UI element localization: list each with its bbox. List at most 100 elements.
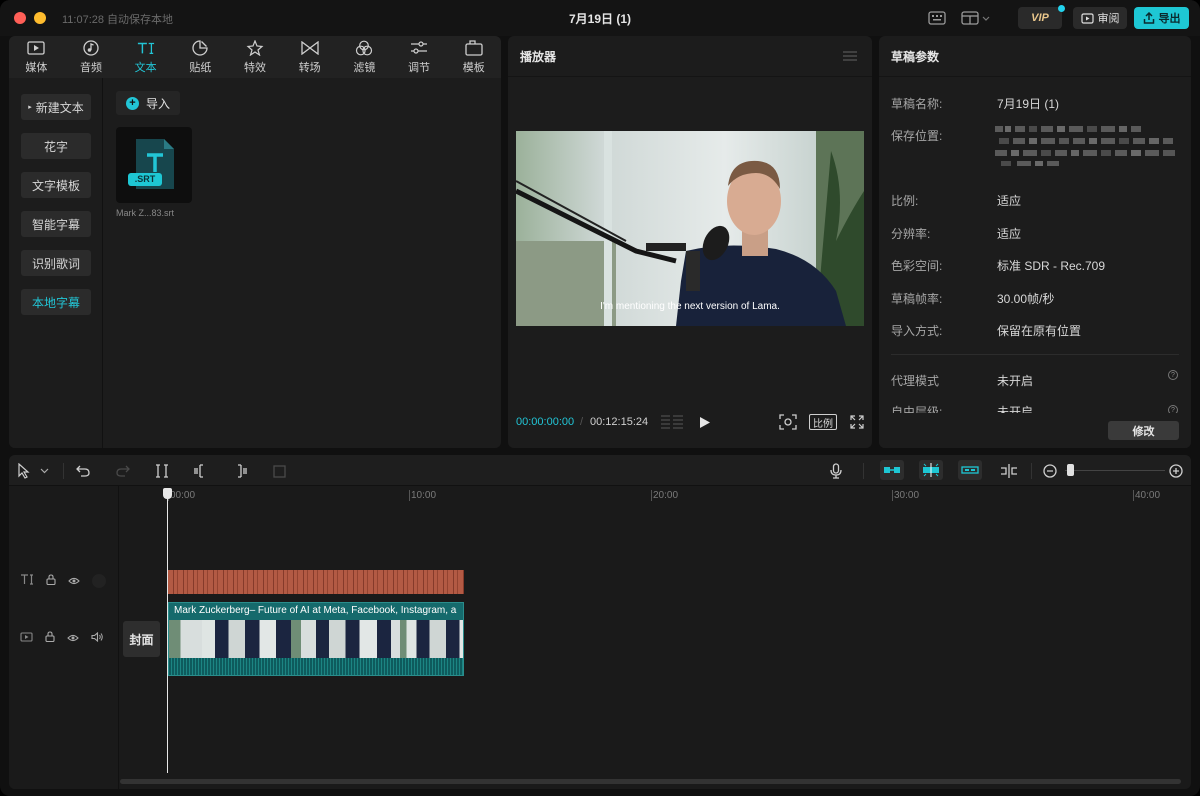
title-bar: 11:07:28 自动保存本地 7月19日 (1) VIP 审阅 导出	[0, 0, 1200, 36]
split-icon[interactable]	[152, 461, 172, 481]
delete-icon[interactable]	[269, 461, 289, 481]
text-icon	[137, 40, 155, 56]
proxy-mode-value: 未开启	[997, 374, 1034, 388]
preview-axis-icon[interactable]	[999, 461, 1019, 481]
playhead-handle[interactable]	[163, 488, 172, 499]
save-location-label: 保存位置:	[891, 129, 943, 143]
undo-icon[interactable]	[73, 461, 93, 481]
zoom-slider-track[interactable]	[1065, 470, 1165, 471]
srt-file-icon	[128, 139, 174, 189]
help-icon[interactable]: ?	[1168, 370, 1178, 380]
clip-filmstrip	[169, 620, 463, 658]
auto-snap-button[interactable]	[919, 460, 943, 480]
select-tool-icon[interactable]	[14, 461, 34, 481]
subtitle-segments	[168, 570, 464, 594]
fullscreen-icon	[850, 415, 864, 429]
tab-effects[interactable]: 特效	[228, 36, 283, 78]
trim-right-icon[interactable]	[230, 461, 250, 481]
link-icon	[961, 466, 979, 474]
fullscreen-button[interactable]	[850, 415, 864, 432]
tab-label: 特效	[244, 61, 267, 74]
play-button[interactable]	[699, 416, 711, 432]
lock-icon[interactable]	[46, 574, 56, 588]
zoom-slider-handle[interactable]	[1067, 464, 1074, 476]
focus-icon	[779, 414, 797, 430]
video-clip[interactable]: Mark Zuckerberg– Future of AI at Meta, F…	[168, 602, 464, 676]
main-track-magnet-button[interactable]	[880, 460, 904, 480]
tab-audio[interactable]: 音频	[64, 36, 119, 78]
playhead-line[interactable]	[167, 488, 168, 773]
fit-view-button[interactable]	[779, 414, 797, 433]
track-headers	[9, 486, 119, 789]
eye-icon[interactable]	[67, 631, 79, 645]
tab-media[interactable]: 媒体	[9, 36, 64, 78]
video-preview[interactable]: I'm mentioning the next version of Lama.	[516, 131, 864, 326]
tab-label: 音频	[80, 61, 102, 74]
import-mode-value: 保留在原有位置	[997, 324, 1082, 338]
srt-file-name: Mark Z...83.srt	[116, 208, 175, 218]
lock-icon[interactable]	[45, 631, 55, 645]
tab-adjust[interactable]: 调节	[392, 36, 447, 78]
sidebar-item-label: 文字模板	[31, 178, 80, 193]
ratio-value: 适应	[997, 194, 1022, 208]
trim-left-icon[interactable]	[191, 461, 211, 481]
eye-icon[interactable]	[68, 574, 80, 588]
chevron-down-icon[interactable]	[37, 461, 51, 481]
cover-button[interactable]: 封面	[123, 621, 160, 657]
sidebar-item-text-template[interactable]: 文字模板	[21, 172, 91, 198]
volume-icon[interactable]	[91, 631, 103, 645]
zoom-in-icon[interactable]	[1166, 461, 1186, 481]
import-label: 导入	[145, 96, 170, 111]
tab-transition[interactable]: 转场	[282, 36, 337, 78]
microphone-icon[interactable]	[826, 461, 846, 481]
sidebar-item-local-captions[interactable]: 本地字幕	[21, 289, 91, 315]
modify-button[interactable]: 修改	[1108, 421, 1179, 440]
ruler-tick	[409, 490, 410, 501]
sidebar-item-lyrics[interactable]: 识别歌词	[21, 250, 91, 276]
sidebar-item-new-text[interactable]: ▸ 新建文本	[21, 94, 91, 120]
video-track-header	[20, 631, 103, 645]
video-thumbnail	[169, 620, 202, 658]
tab-sticker[interactable]: 贴纸	[173, 36, 228, 78]
media-panel: 媒体 音频 文本 贴纸 特效 转场 滤镜 调节 模板 ▸ 新建文本 花字 文字模…	[9, 36, 501, 448]
timecode-separator: /	[580, 416, 584, 428]
keyboard-icon[interactable]	[926, 8, 948, 28]
tab-text[interactable]: 文本	[118, 36, 173, 78]
notification-dot	[1058, 5, 1065, 12]
tab-template[interactable]: 模板	[446, 36, 501, 78]
import-button[interactable]: + 导入	[116, 91, 180, 115]
ruler-tick	[1133, 490, 1134, 501]
template-icon	[465, 39, 483, 56]
video-clip-title: Mark Zuckerberg– Future of AI at Meta, F…	[174, 605, 457, 616]
total-timecode: 00:12:15:24	[590, 416, 649, 428]
resolution-label: 分辨率:	[891, 227, 931, 241]
video-track-icon	[20, 631, 33, 645]
sidebar-item-auto-captions[interactable]: 智能字幕	[21, 211, 91, 237]
vip-badge[interactable]: VIP	[1018, 5, 1065, 29]
srt-file-thumbnail[interactable]: .SRT	[116, 127, 192, 203]
effects-icon	[246, 39, 264, 56]
tab-label: 转场	[298, 61, 321, 74]
export-button[interactable]: 导出	[1134, 7, 1189, 29]
magnet-icon	[884, 467, 900, 473]
ruler-tick	[651, 490, 652, 501]
video-thumbnail	[433, 620, 463, 658]
import-mode-label: 导入方式:	[891, 324, 943, 338]
linkage-button[interactable]	[958, 460, 982, 480]
timeline-scrollbar[interactable]	[120, 779, 1181, 784]
draft-title: 草稿参数	[891, 50, 940, 64]
review-button[interactable]: 审阅	[1073, 7, 1127, 29]
menu-icon[interactable]	[843, 50, 857, 64]
subtitle-clip[interactable]	[168, 570, 464, 594]
tab-label: 调节	[408, 61, 431, 74]
layout-icon[interactable]	[960, 8, 992, 28]
tab-filter[interactable]: 滤镜	[337, 36, 392, 78]
zoom-out-icon[interactable]	[1040, 461, 1060, 481]
video-thumbnail	[268, 620, 301, 658]
frame-grid-icon[interactable]	[661, 415, 683, 433]
ruler-label: 30:00	[894, 490, 920, 501]
sidebar-item-fancy-text[interactable]: 花字	[21, 133, 91, 159]
text-track-header	[20, 574, 106, 588]
ratio-button[interactable]: 比例	[809, 414, 837, 430]
redo-icon[interactable]	[113, 461, 133, 481]
